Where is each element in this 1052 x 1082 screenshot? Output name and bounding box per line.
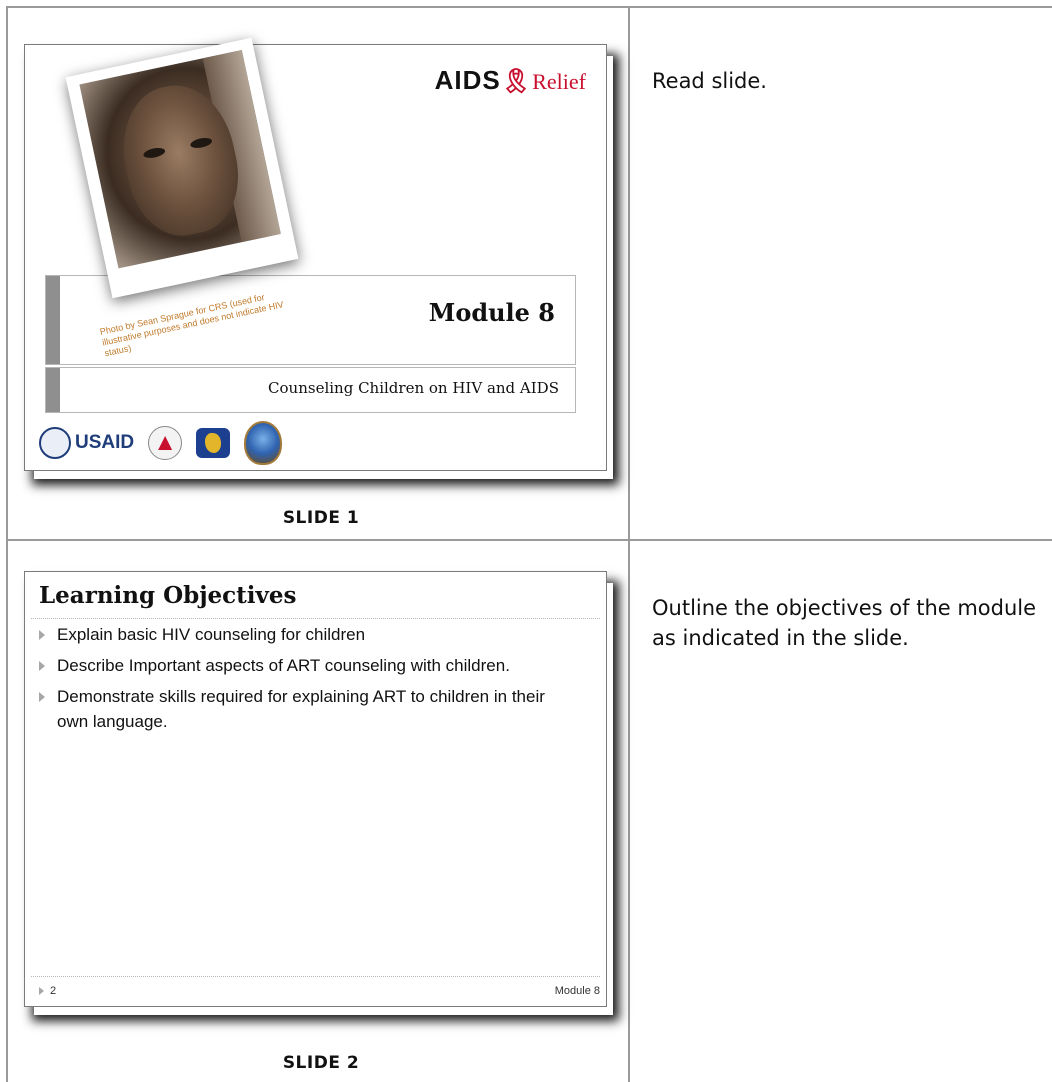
- subtitle-band: Counseling Children on HIV and AIDS: [45, 367, 576, 413]
- slide-title: Learning Objectives: [39, 582, 297, 609]
- bullet-triangle-icon: [39, 661, 45, 671]
- notes-text-2: Outline the objectives of the module as …: [652, 596, 1037, 650]
- objectives-list: Explain basic HIV counseling for childre…: [39, 622, 559, 740]
- slide-1-thumbnail: AIDS🎗Relief Module 8 Counseling Children…: [24, 37, 607, 471]
- subtitle-band-accent: [46, 368, 60, 412]
- africa-logo: [196, 428, 231, 458]
- child-photo-image: [79, 49, 281, 269]
- aidsrelief-logo: AIDS🎗Relief: [434, 65, 586, 95]
- usaid-seal-icon: [39, 427, 71, 459]
- notes-cell-2: Outline the objectives of the module as …: [652, 593, 1042, 653]
- slide-footer: Module 8: [554, 985, 600, 997]
- bullet-triangle-icon: [39, 692, 45, 702]
- notes-text-1: Read slide.: [652, 69, 767, 93]
- title-divider: [31, 618, 600, 619]
- module-subtitle: Counseling Children on HIV and AIDS: [268, 379, 559, 397]
- title-band-accent: [46, 276, 60, 364]
- list-item: Demonstrate skills required for explaini…: [39, 684, 559, 734]
- footer-divider: [31, 976, 600, 977]
- list-item: Explain basic HIV counseling for childre…: [39, 622, 559, 647]
- partner-round-logo: [148, 426, 183, 460]
- child-photo: [65, 37, 299, 299]
- usaid-logo: USAID: [39, 427, 134, 459]
- list-item: Describe Important aspects of ART counse…: [39, 653, 559, 678]
- module-title: Module 8: [428, 298, 555, 327]
- footer-triangle-icon: [39, 987, 44, 996]
- red-ribbon-icon: 🎗: [500, 68, 533, 95]
- slide-caption-1: Slide 1: [282, 508, 360, 528]
- bullet-triangle-icon: [39, 630, 45, 640]
- table-column-divider: [628, 6, 630, 1082]
- slide-cell-2: Learning Objectives Explain basic HIV co…: [8, 541, 628, 1082]
- slide-caption-2: Slide 2: [282, 1053, 360, 1073]
- notes-cell-1: Read slide.: [652, 66, 1032, 96]
- slide-page-number: 2: [39, 985, 56, 997]
- slide-cell-1: AIDS🎗Relief Module 8 Counseling Children…: [8, 8, 628, 539]
- partner-logos: USAID: [39, 421, 283, 465]
- globe-logo: [244, 421, 283, 465]
- slide-2-thumbnail: Learning Objectives Explain basic HIV co…: [24, 571, 607, 1007]
